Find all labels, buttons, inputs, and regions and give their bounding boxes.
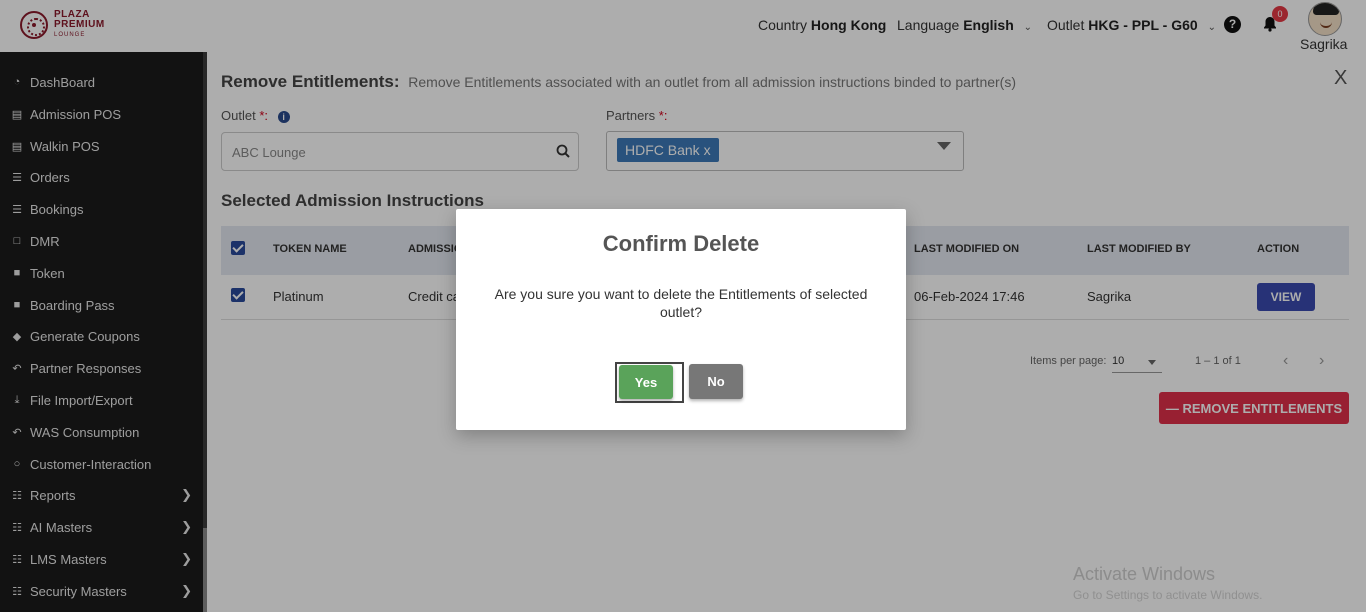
- dialog-message: Are you sure you want to delete the Enti…: [494, 286, 868, 320]
- dialog-title: Confirm Delete: [602, 231, 760, 256]
- yes-button[interactable]: Yes: [619, 365, 673, 399]
- no-button[interactable]: No: [689, 364, 743, 399]
- confirm-delete-dialog: Confirm Delete Are you sure you want to …: [456, 209, 906, 430]
